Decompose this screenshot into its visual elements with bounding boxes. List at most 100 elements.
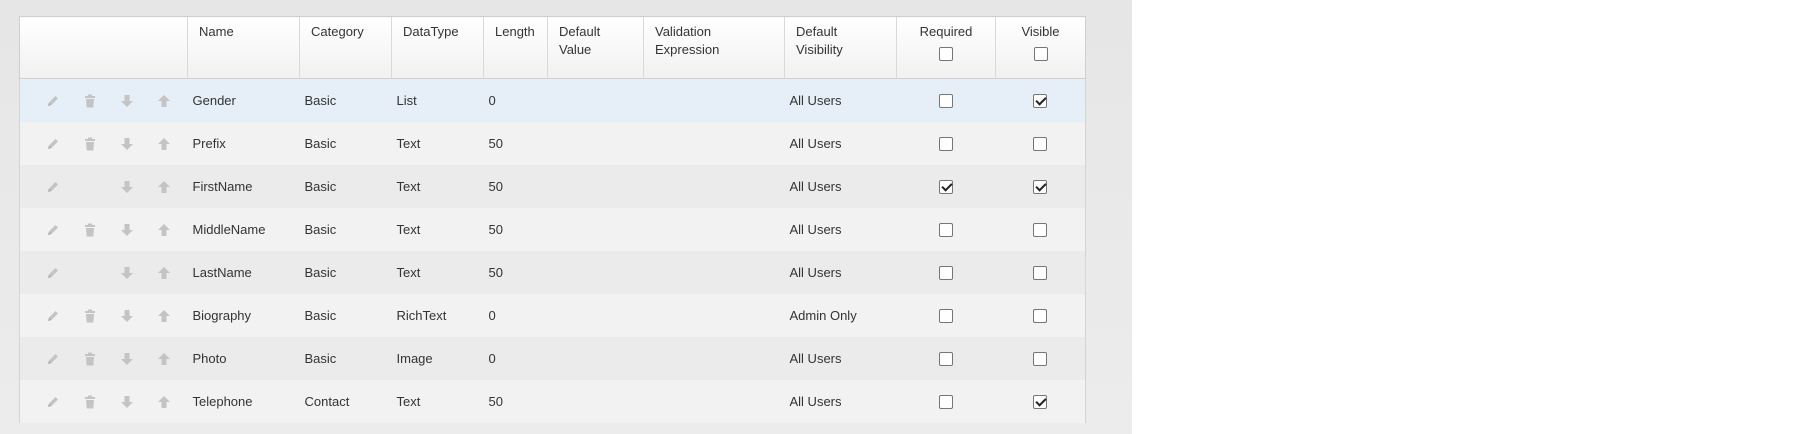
table-row[interactable]: Biography Basic RichText 0 Admin Only [19, 294, 1086, 337]
arrow-up-icon[interactable] [146, 251, 183, 294]
pencil-icon[interactable] [35, 294, 72, 337]
datatype-cell: Text [391, 165, 484, 208]
length-cell: 0 [483, 337, 548, 380]
default-value-header-line2: Value [559, 42, 592, 57]
default-value-cell [547, 165, 644, 208]
arrow-up-icon[interactable] [146, 380, 183, 423]
name-cell: Telephone [187, 380, 300, 423]
name-header[interactable]: Name [187, 16, 300, 79]
visible-header-label: Visible [1021, 24, 1060, 39]
required-checkbox[interactable] [939, 309, 953, 324]
validation-expression-header[interactable]: Validation Expression [643, 16, 785, 79]
table-row[interactable]: Prefix Basic Text 50 All Users [19, 122, 1086, 165]
pencil-icon[interactable] [35, 337, 72, 380]
table-row[interactable]: Telephone Contact Text 50 All Users [19, 380, 1086, 423]
row-actions [19, 337, 188, 380]
trash-icon[interactable] [72, 337, 109, 380]
arrow-down-icon[interactable] [109, 208, 146, 251]
trash-icon[interactable] [72, 79, 109, 122]
table-row[interactable]: Gender Basic List 0 All Users [19, 78, 1086, 122]
datatype-cell: RichText [391, 294, 484, 337]
default-visibility-cell: All Users [784, 337, 897, 380]
default-visibility-header[interactable]: Default Visibility [784, 16, 897, 79]
pencil-icon[interactable] [35, 251, 72, 294]
row-actions [19, 294, 188, 337]
category-header[interactable]: Category [299, 16, 392, 79]
arrow-up-icon[interactable] [146, 208, 183, 251]
arrow-up-icon[interactable] [146, 122, 183, 165]
default-value-cell [547, 122, 644, 165]
row-actions [19, 208, 188, 251]
default-value-cell [547, 337, 644, 380]
visibility-header-line2: Visibility [796, 42, 843, 57]
actions-header [19, 16, 188, 79]
default-value-cell [547, 294, 644, 337]
length-cell: 0 [483, 294, 548, 337]
visible-cell [995, 251, 1086, 294]
visible-cell [995, 165, 1086, 208]
visible-checkbox[interactable] [1033, 309, 1048, 324]
required-all-checkbox[interactable] [939, 47, 953, 61]
datatype-cell: Text [391, 122, 484, 165]
table-row[interactable]: LastName Basic Text 50 All Users [19, 251, 1086, 294]
visible-checkbox[interactable] [1033, 223, 1048, 238]
arrow-up-icon[interactable] [146, 79, 183, 122]
arrow-down-icon[interactable] [109, 251, 146, 294]
name-cell: Photo [187, 337, 300, 380]
table-row[interactable]: FirstName Basic Text 50 All Users [19, 165, 1086, 208]
visible-checkbox[interactable] [1033, 352, 1048, 367]
required-checkbox[interactable] [939, 223, 953, 238]
trash-icon[interactable] [72, 122, 109, 165]
pencil-icon[interactable] [35, 380, 72, 423]
pencil-icon[interactable] [35, 208, 72, 251]
pencil-icon[interactable] [35, 79, 72, 122]
visible-checkbox[interactable] [1033, 137, 1048, 152]
required-checkbox[interactable] [939, 137, 953, 152]
default-value-header[interactable]: Default Value [547, 16, 644, 79]
arrow-down-icon[interactable] [109, 294, 146, 337]
pencil-icon[interactable] [35, 122, 72, 165]
validation-header-line1: Validation [655, 24, 712, 39]
visible-checkbox[interactable] [1033, 94, 1048, 109]
arrow-up-icon[interactable] [146, 337, 183, 380]
visible-checkbox[interactable] [1033, 266, 1048, 281]
category-cell: Basic [299, 251, 392, 294]
category-cell: Basic [299, 122, 392, 165]
arrow-up-icon[interactable] [146, 294, 183, 337]
length-header[interactable]: Length [483, 16, 548, 79]
name-cell: Biography [187, 294, 300, 337]
trash-icon [72, 251, 109, 294]
trash-icon[interactable] [72, 208, 109, 251]
required-checkbox[interactable] [939, 94, 953, 109]
name-cell: MiddleName [187, 208, 300, 251]
trash-icon [72, 165, 109, 208]
default-visibility-cell: All Users [784, 251, 897, 294]
name-cell: LastName [187, 251, 300, 294]
trash-icon[interactable] [72, 294, 109, 337]
arrow-up-icon[interactable] [146, 165, 183, 208]
arrow-down-icon[interactable] [109, 122, 146, 165]
category-cell: Basic [299, 294, 392, 337]
visible-checkbox[interactable] [1033, 180, 1048, 195]
arrow-down-icon[interactable] [109, 337, 146, 380]
arrow-down-icon[interactable] [109, 79, 146, 122]
arrow-down-icon[interactable] [109, 165, 146, 208]
visible-checkbox[interactable] [1033, 395, 1048, 410]
required-checkbox[interactable] [939, 352, 953, 367]
required-checkbox[interactable] [939, 395, 953, 410]
pencil-icon[interactable] [35, 165, 72, 208]
datatype-header-label: DataType [403, 24, 459, 39]
visible-cell [995, 337, 1086, 380]
visible-all-checkbox[interactable] [1033, 47, 1048, 61]
table-row[interactable]: MiddleName Basic Text 50 All Users [19, 208, 1086, 251]
required-checkbox[interactable] [939, 266, 953, 281]
default-value-cell [547, 208, 644, 251]
trash-icon[interactable] [72, 380, 109, 423]
datatype-header[interactable]: DataType [391, 16, 484, 79]
table-row[interactable]: Photo Basic Image 0 All Users [19, 337, 1086, 380]
name-header-label: Name [199, 24, 234, 39]
row-actions [19, 78, 188, 122]
required-checkbox[interactable] [939, 180, 953, 195]
arrow-down-icon[interactable] [109, 380, 146, 423]
name-cell: Gender [187, 78, 300, 122]
